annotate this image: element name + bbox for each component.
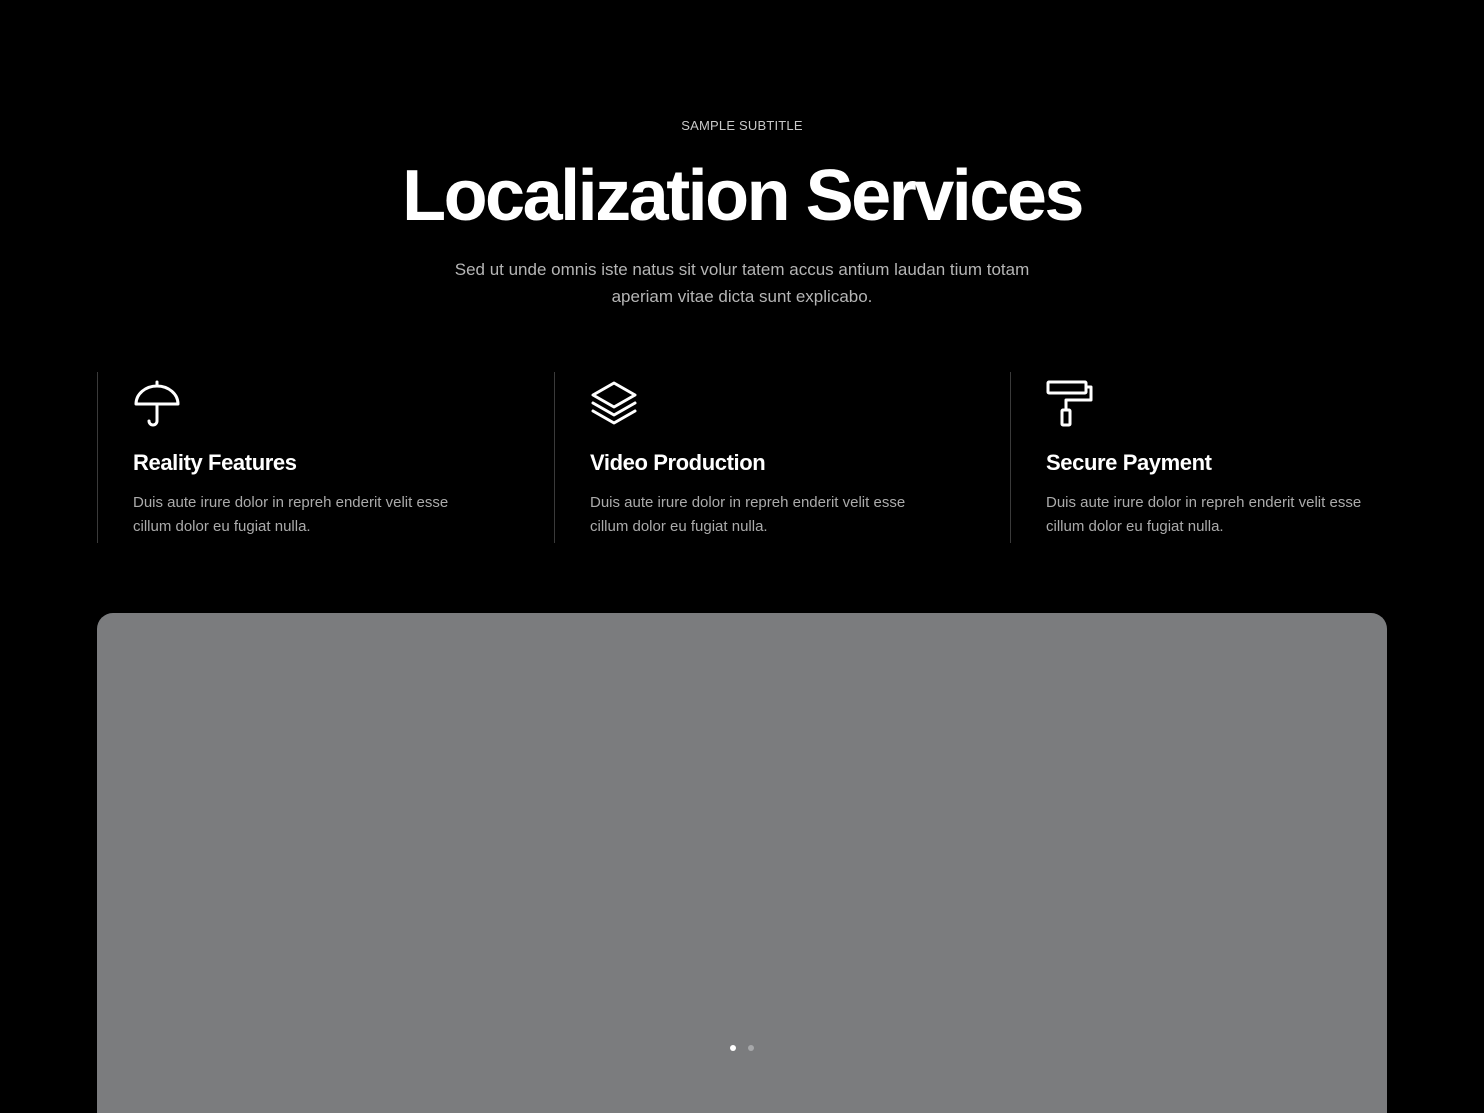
slider-dot-1[interactable]	[730, 1045, 736, 1051]
feature-title: Video Production	[590, 450, 766, 475]
feature-item-video-production: Video Production Duis aute irure dolor i…	[554, 372, 1011, 543]
feature-title: Reality Features	[133, 450, 297, 475]
feature-text: Duis aute irure dolor in repreh enderit …	[1046, 494, 1362, 535]
media-slider	[97, 613, 1387, 1113]
paint-roller-icon	[1046, 380, 1094, 428]
section-subtitle: SAMPLE SUBTITLE	[681, 118, 803, 133]
services-section: SAMPLE SUBTITLE Localization Services Se…	[0, 0, 1484, 1113]
feature-text: Duis aute irure dolor in repreh enderit …	[133, 494, 449, 535]
section-title: Localization Services	[402, 156, 1084, 236]
feature-list: Reality Features Duis aute irure dolor i…	[97, 372, 1467, 543]
slider-dot-2[interactable]	[748, 1045, 754, 1051]
umbrella-icon	[133, 380, 181, 428]
feature-title: Secure Payment	[1046, 450, 1212, 475]
feature-item-reality-features: Reality Features Duis aute irure dolor i…	[97, 372, 554, 543]
section-lead: Sed ut unde omnis iste natus sit volur t…	[454, 260, 1030, 306]
feature-text: Duis aute irure dolor in repreh enderit …	[590, 494, 906, 535]
slider-pagination	[97, 1045, 1387, 1051]
feature-item-secure-payment: Secure Payment Duis aute irure dolor in …	[1010, 372, 1467, 543]
layers-icon	[590, 380, 638, 428]
